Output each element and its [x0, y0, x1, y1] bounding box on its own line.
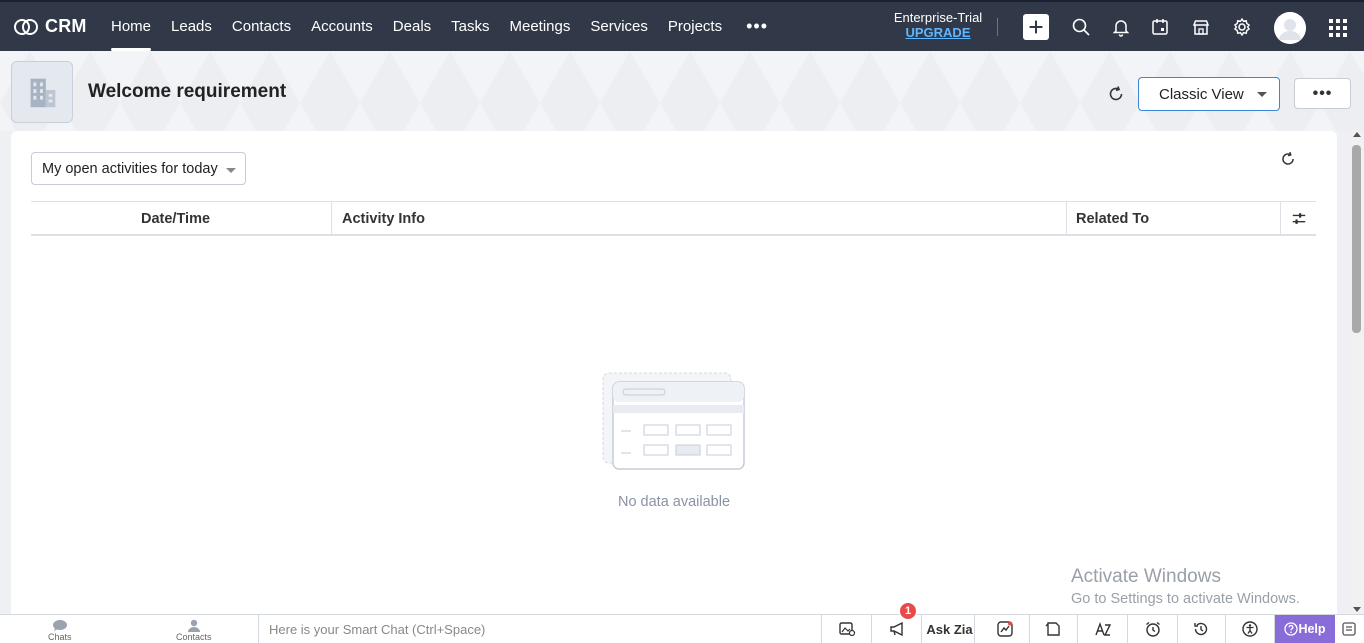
refresh-icon [1282, 151, 1294, 165]
nav-tab-deals[interactable]: Deals [384, 2, 440, 51]
watermark-subtitle: Go to Settings to activate Windows. [1071, 591, 1300, 607]
chat-bubble-icon [52, 620, 67, 631]
history-icon [1193, 622, 1207, 636]
help-label: Help [1298, 622, 1326, 636]
scroll-down-arrow-icon[interactable] [1353, 607, 1361, 612]
translate-icon [1094, 621, 1111, 636]
store-icon [1192, 20, 1210, 35]
activity-filter-dropdown[interactable]: My open activities for today [31, 152, 246, 185]
person-icon [187, 619, 200, 632]
smart-chat-input[interactable]: Here is your Smart Chat (Ctrl+Space) [258, 615, 822, 643]
create-new-button[interactable] [1023, 14, 1049, 40]
chats-button[interactable]: Chats [48, 619, 72, 642]
history-tool-button[interactable] [1176, 615, 1226, 643]
gear-icon [1233, 17, 1251, 37]
table-header: Date/Time Activity Info Related To [31, 201, 1316, 236]
calendar-button[interactable] [1147, 14, 1173, 40]
accessibility-tool-button[interactable] [1225, 615, 1275, 643]
bell-icon [1112, 20, 1130, 37]
empty-table-icon [602, 372, 745, 470]
column-header-activity-info[interactable]: Activity Info [331, 202, 1067, 235]
translate-tool-button[interactable] [1078, 615, 1128, 643]
building-icon [30, 78, 56, 108]
page-title: Welcome requirement [88, 81, 287, 102]
contacts-button[interactable]: Contacts [176, 619, 212, 642]
top-navigation-bar: CRM Home Leads Contacts Accounts Deals T… [0, 0, 1364, 51]
header-more-button[interactable]: ••• [1294, 78, 1351, 109]
nav-tab-projects[interactable]: Projects [659, 2, 731, 51]
image-settings-icon [838, 622, 855, 637]
nav-more-button[interactable]: ••• [732, 2, 782, 51]
sliders-icon [1292, 212, 1305, 224]
refresh-icon [1109, 86, 1123, 101]
bottom-bar: Chats Contacts Here is your Smart Chat (… [0, 614, 1364, 643]
main-nav: Home Leads Contacts Accounts Deals Tasks… [101, 2, 782, 51]
search-button[interactable] [1068, 14, 1094, 40]
scrollbar-thumb[interactable] [1352, 145, 1361, 333]
empty-state-message: No data available [617, 494, 731, 510]
question-icon [1284, 622, 1299, 636]
contacts-label: Contacts [176, 632, 212, 642]
column-header-related-to[interactable]: Related To [1066, 202, 1280, 235]
user-avatar[interactable] [1274, 12, 1306, 44]
chevron-down-icon [1257, 92, 1267, 97]
header-refresh-button[interactable] [1104, 82, 1128, 106]
marketplace-button[interactable] [1188, 14, 1214, 40]
column-header-date-time[interactable]: Date/Time [141, 202, 210, 235]
vertical-scrollbar[interactable] [1350, 131, 1364, 614]
feedback-icon [1342, 622, 1356, 636]
accessibility-icon [1241, 621, 1258, 637]
alarm-clock-icon [1145, 621, 1160, 637]
activity-filter-value: My open activities for today [42, 160, 218, 177]
nav-tab-contacts[interactable]: Contacts [223, 2, 300, 51]
reminder-tool-button[interactable] [1128, 615, 1178, 643]
announcements-button[interactable] [872, 615, 922, 643]
search-icon [1072, 18, 1090, 36]
chats-label: Chats [48, 632, 72, 642]
notification-count-badge: 1 [899, 602, 917, 620]
watermark-title: Activate Windows [1071, 566, 1221, 587]
nav-tab-accounts[interactable]: Accounts [302, 2, 382, 51]
view-switcher-button[interactable]: Classic View [1138, 77, 1280, 111]
grid-icon [1329, 19, 1347, 37]
nav-tab-leads[interactable]: Leads [162, 2, 221, 51]
activities-panel: My open activities for today Date/Time A… [11, 131, 1337, 614]
notes-tool-button[interactable] [1028, 615, 1078, 643]
screenshot-tool-button[interactable] [822, 615, 872, 643]
column-settings-button[interactable] [1280, 202, 1316, 235]
nav-tab-home[interactable]: Home [102, 2, 160, 51]
upgrade-link[interactable]: UPGRADE [884, 25, 992, 40]
megaphone-icon [889, 621, 903, 637]
note-icon [1045, 622, 1060, 636]
app-name: CRM [45, 16, 87, 36]
divider [997, 18, 998, 36]
scroll-up-arrow-icon[interactable] [1353, 132, 1361, 137]
empty-state-illustration [601, 371, 747, 473]
calendar-icon [1152, 19, 1168, 35]
nav-tab-services[interactable]: Services [581, 2, 657, 51]
view-switcher-label: Classic View [1159, 85, 1244, 103]
crm-logo-icon [14, 18, 38, 35]
chevron-down-icon [226, 168, 236, 173]
feedback-tool-button[interactable] [1340, 620, 1358, 638]
apps-button[interactable] [1326, 16, 1350, 40]
panel-refresh-button[interactable] [1277, 148, 1299, 170]
crm-logo[interactable]: CRM [13, 16, 101, 38]
ask-zia-button[interactable]: Ask Zia [925, 615, 975, 643]
ask-zia-label: Ask Zia [926, 621, 973, 637]
windows-activation-watermark: Activate Windows Go to Settings to activ… [1071, 566, 1300, 607]
chart-line-icon [996, 621, 1013, 637]
user-icon [1274, 12, 1306, 44]
trial-plan: Enterprise-Trial [893, 10, 983, 25]
analytics-tool-button[interactable] [980, 615, 1030, 643]
help-button[interactable]: Help [1275, 615, 1335, 643]
notifications-button[interactable] [1108, 14, 1134, 40]
trial-info: Enterprise-Trial UPGRADE [884, 10, 992, 40]
settings-button[interactable] [1229, 14, 1255, 40]
plus-icon [1029, 20, 1043, 34]
organization-icon-box [11, 61, 73, 123]
nav-tab-tasks[interactable]: Tasks [442, 2, 498, 51]
nav-tab-meetings[interactable]: Meetings [501, 2, 580, 51]
